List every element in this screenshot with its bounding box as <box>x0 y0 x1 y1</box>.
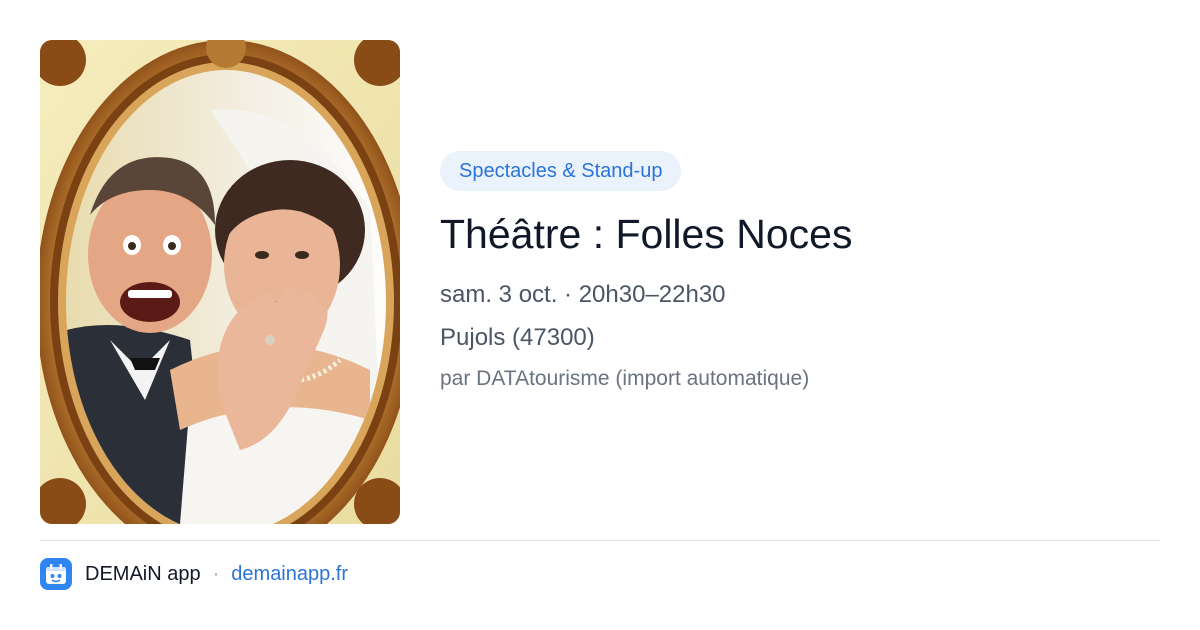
footer-separator: · <box>212 562 220 585</box>
event-photo <box>40 40 400 524</box>
event-location: Pujols (47300) <box>440 324 595 351</box>
app-url-link[interactable]: demainapp.fr <box>231 563 348 586</box>
footer-divider <box>40 540 1160 541</box>
event-details: Spectacles & Stand-up Théâtre : Folles N… <box>440 151 1160 394</box>
event-datetime: sam. 3 oct. · 20h30–22h30 <box>440 281 726 308</box>
event-source: par DATAtourisme (import automatique) <box>440 367 810 390</box>
footer: DEMAiN app · demainapp.fr <box>40 558 348 590</box>
event-title: Théâtre : Folles Noces <box>440 211 853 257</box>
app-name: DEMAiN app <box>85 562 201 585</box>
category-chip[interactable]: Spectacles & Stand-up <box>440 151 682 191</box>
app-logo-icon <box>40 558 72 590</box>
event-share-card: Spectacles & Stand-up Théâtre : Folles N… <box>0 0 1200 630</box>
